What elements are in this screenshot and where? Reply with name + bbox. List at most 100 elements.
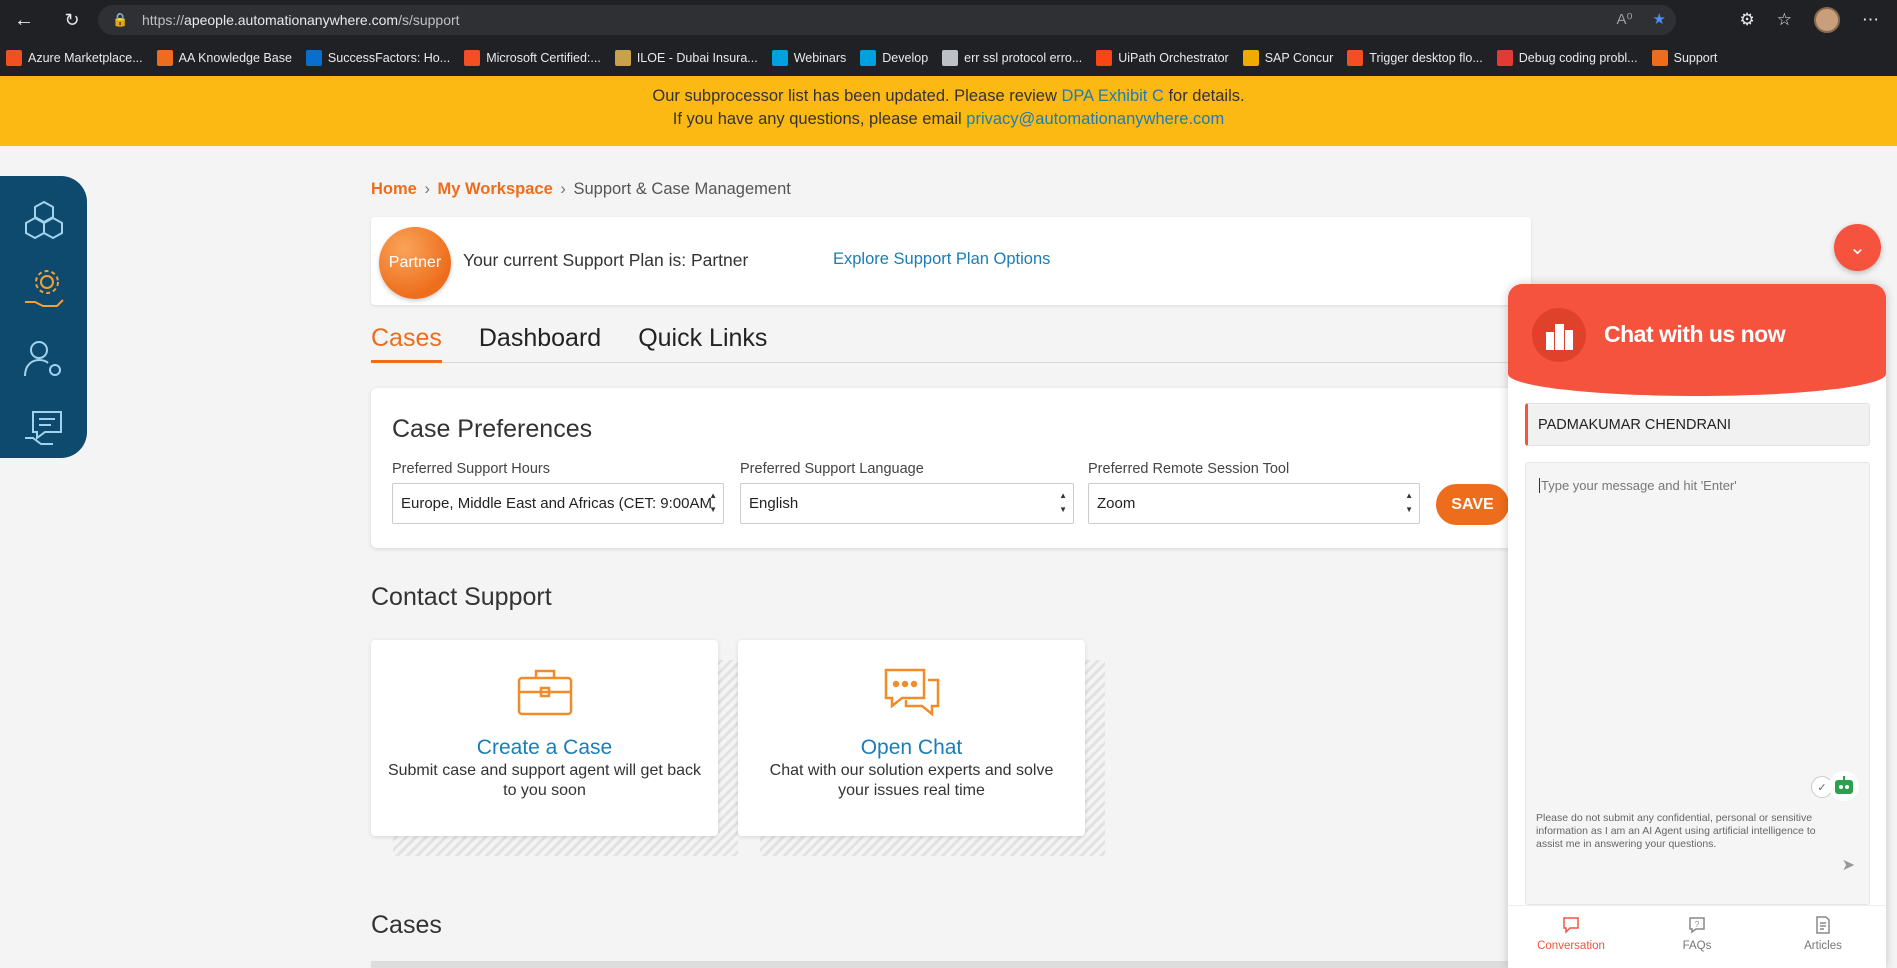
select-arrows-icon: ▲ ▼ [709, 491, 717, 514]
bookmark-item[interactable]: err ssl protocol erro... [942, 50, 1082, 66]
favorites-icon[interactable]: ☆ [1777, 10, 1792, 30]
aa-logo-icon [156, 50, 173, 66]
banner-line-2: If you have any questions, please email … [672, 110, 1225, 128]
bookmark-label: AA Knowledge Base [178, 51, 292, 65]
read-aloud-icon[interactable]: A⁰ [1617, 10, 1633, 28]
browser-actions: ⚙ ☆ ⋯ [1740, 0, 1897, 40]
extensions-icon[interactable]: ⚙ [1740, 10, 1755, 30]
uipath-icon [1096, 50, 1113, 66]
profile-avatar[interactable] [1814, 7, 1840, 33]
chat-tab-articles[interactable]: Articles [1760, 906, 1886, 968]
support-plan-text: Your current Support Plan is: Partner [463, 250, 749, 270]
create-case-title[interactable]: Create a Case [371, 736, 718, 760]
chat-footer-tabs: Conversation ? FAQs Articles [1508, 905, 1886, 968]
breadcrumb-home[interactable]: Home [371, 180, 417, 198]
support-hours-label: Preferred Support Hours [392, 461, 550, 477]
tab-quick-links[interactable]: Quick Links [638, 320, 767, 363]
bookmark-label: Azure Marketplace... [28, 51, 143, 65]
bookmark-label: Debug coding probl... [1518, 51, 1638, 65]
salesforce-cloud-icon [771, 50, 788, 66]
c-icon [1496, 50, 1513, 66]
remote-tool-select[interactable]: Zoom ▲ ▼ [1088, 483, 1420, 524]
dpa-exhibit-link[interactable]: DPA Exhibit C [1061, 87, 1163, 105]
url-text: https://apeople.automationanywhere.com/s… [142, 12, 460, 28]
faq-icon: ? [1689, 917, 1705, 934]
chat-title: Chat with us now [1604, 321, 1786, 347]
tab-cases[interactable]: Cases [371, 320, 442, 363]
case-preferences-card: Case Preferences Preferred Support Hours… [371, 388, 1531, 548]
open-chat-description: Chat with our solution experts and solve… [769, 762, 1054, 799]
user-settings-icon[interactable] [21, 338, 67, 382]
address-bar[interactable]: 🔒 https://apeople.automationanywhere.com… [98, 5, 1676, 35]
support-plan-card: Partner Your current Support Plan is: Pa… [371, 217, 1531, 305]
remote-tool-label: Preferred Remote Session Tool [1088, 461, 1290, 477]
bookmark-item[interactable]: Develop [860, 50, 928, 66]
microsoft-icon [1347, 50, 1364, 66]
refresh-icon[interactable]: ↻ [54, 2, 90, 38]
chat-tab-conversation[interactable]: Conversation [1508, 906, 1634, 968]
open-chat-card[interactable]: Open Chat Chat with our solution experts… [738, 640, 1085, 836]
explore-plan-link[interactable]: Explore Support Plan Options [833, 250, 1050, 269]
send-icon[interactable]: ➤ [1842, 855, 1855, 875]
bookmark-item[interactable]: ILOE - Dubai Insura... [614, 50, 758, 66]
chat-message-input[interactable]: Type your message and hit 'Enter' ✓ Plea… [1525, 462, 1870, 905]
aa-logo-icon [1651, 50, 1668, 66]
tab-dashboard[interactable]: Dashboard [479, 320, 601, 363]
bookmark-item[interactable]: Webinars [771, 50, 847, 66]
favorite-star-icon[interactable]: ★ [1653, 10, 1666, 28]
partner-badge: Partner [379, 227, 451, 299]
bookmark-label: err ssl protocol erro... [964, 51, 1083, 65]
support-language-select[interactable]: English ▲ ▼ [740, 483, 1074, 524]
bot-icon[interactable] [1829, 771, 1859, 801]
bookmark-item[interactable]: Microsoft Certified:... [464, 50, 601, 66]
cases-section-title: Cases [371, 911, 442, 939]
bird-icon [614, 50, 631, 66]
bookmark-item[interactable]: Trigger desktop flo... [1347, 50, 1483, 66]
support-hours-select[interactable]: Europe, Middle East and Africas (CET: 9:… [392, 483, 724, 524]
breadcrumb: Home › My Workspace › Support & Case Man… [371, 180, 791, 198]
contact-support-title: Contact Support [371, 583, 552, 611]
bookmark-item[interactable]: Support [1651, 50, 1717, 66]
select-arrows-icon: ▲ ▼ [1059, 491, 1067, 514]
bookmark-item[interactable]: UiPath Orchestrator [1096, 50, 1229, 66]
breadcrumb-workspace[interactable]: My Workspace [438, 180, 553, 198]
chat-widget: Chat with us now PADMAKUMAR CHENDRANI Ty… [1508, 284, 1886, 968]
bookmark-label: UiPath Orchestrator [1118, 51, 1229, 65]
save-button[interactable]: SAVE [1436, 484, 1509, 525]
case-preferences-title: Case Preferences [392, 415, 593, 443]
message-placeholder: Type your message and hit 'Enter' [1539, 478, 1737, 493]
bookmark-item[interactable]: AA Knowledge Base [156, 50, 292, 66]
globe-icon [942, 50, 959, 66]
bookmark-item[interactable]: SuccessFactors: Ho... [305, 50, 451, 66]
bookmark-label: Develop [882, 51, 929, 65]
privacy-email-link[interactable]: privacy@automationanywhere.com [966, 110, 1224, 128]
article-icon [1816, 916, 1830, 934]
chat-name-field[interactable]: PADMAKUMAR CHENDRANI [1525, 403, 1870, 446]
svg-text:?: ? [1695, 920, 1700, 929]
bookmark-item[interactable]: Azure Marketplace... [6, 50, 143, 66]
microsoft-icon [464, 50, 481, 66]
bookmark-label: Webinars [793, 51, 847, 65]
chat-tab-faqs[interactable]: ? FAQs [1634, 906, 1760, 968]
bookmark-label: ILOE - Dubai Insura... [636, 51, 758, 65]
bookmark-item[interactable]: Debug coding probl... [1496, 50, 1638, 66]
open-chat-title[interactable]: Open Chat [738, 736, 1085, 760]
chat-disclaimer: Please do not submit any confidential, p… [1536, 812, 1816, 850]
more-menu-icon[interactable]: ⋯ [1862, 10, 1879, 30]
cubes-icon[interactable] [21, 198, 67, 242]
chat-bubbles-icon [884, 668, 939, 717]
support-chat-icon[interactable] [21, 408, 67, 452]
buildings-logo-icon [1532, 308, 1586, 362]
bookmark-item[interactable]: SAP Concur [1242, 50, 1334, 66]
banner-line-1: Our subprocessor list has been updated. … [652, 87, 1245, 105]
bookmark-label: SuccessFactors: Ho... [327, 51, 451, 65]
back-arrow-icon[interactable]: ← [6, 2, 42, 38]
create-case-card[interactable]: Create a Case Submit case and support ag… [371, 640, 718, 836]
gear-hand-icon[interactable] [21, 268, 67, 312]
chat-minimize-button[interactable]: ⌄ [1834, 224, 1881, 271]
concur-icon [1242, 50, 1259, 66]
select-arrows-icon: ▲ ▼ [1405, 491, 1413, 514]
microsoft-icon [6, 50, 22, 66]
bookmark-label: SAP Concur [1264, 51, 1334, 65]
left-dock [0, 176, 87, 458]
